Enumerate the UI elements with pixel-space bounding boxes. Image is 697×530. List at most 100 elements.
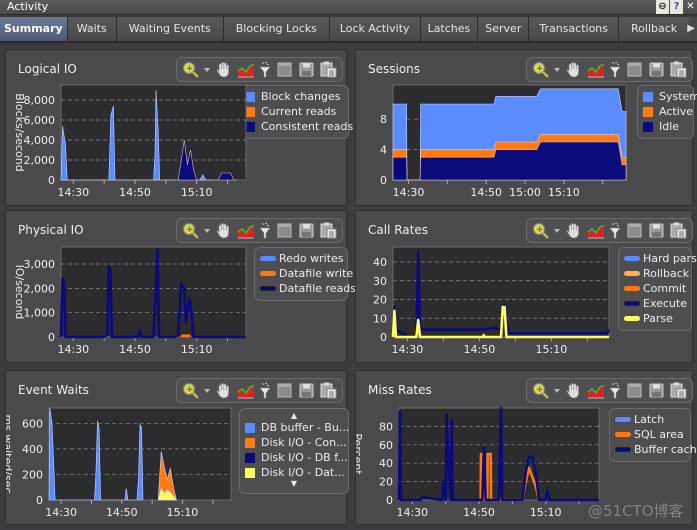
physical-io-panel: Physical IO + Redo writes Datafile write D… <box>5 210 356 363</box>
pan-hand-icon[interactable] <box>215 61 232 78</box>
save-icon[interactable] <box>298 61 315 78</box>
window-icon[interactable] <box>276 61 293 78</box>
tab-server[interactable]: Server <box>478 17 530 41</box>
zoom-icon[interactable]: + <box>182 382 199 399</box>
chart-legend: Block changes Current reads Consistent rea… <box>239 85 353 139</box>
close-button[interactable]: ✕ <box>684 0 697 14</box>
tab-waiting-events[interactable]: Waiting Events <box>116 17 224 41</box>
legend-item[interactable]: Commit <box>624 281 686 296</box>
legend-item[interactable]: Datafile reads <box>260 281 356 296</box>
window-icon[interactable] <box>276 222 293 239</box>
legend-label: Disk I/O - DB f... <box>261 451 348 464</box>
tab-rollback[interactable]: Rollback <box>619 17 690 41</box>
filter-icon[interactable] <box>259 61 271 78</box>
legend-item[interactable]: System <box>643 89 697 104</box>
y-tick-label: 0 <box>386 494 393 507</box>
legend-item[interactable]: DB buffer - Bu... <box>245 420 349 435</box>
filter-icon[interactable] <box>609 382 621 399</box>
legend-item[interactable]: Disk I/O - Dat... <box>245 465 345 480</box>
legend-scroll-down-icon[interactable]: ▼ <box>245 480 343 488</box>
legend-item[interactable]: Current reads <box>245 104 343 119</box>
zoom-icon[interactable]: + <box>182 222 199 239</box>
y-tick-label: 1,000 <box>24 307 56 320</box>
chart-type-icon[interactable] <box>237 61 254 78</box>
clipboard-icon[interactable] <box>670 222 687 239</box>
zoom-window-button[interactable]: ⊖ <box>656 0 669 14</box>
y-tick-label: 10 <box>373 312 387 325</box>
y-axis-label: IO/second <box>13 265 26 320</box>
save-icon[interactable] <box>648 61 665 78</box>
window-icon[interactable] <box>626 382 643 399</box>
zoom-icon[interactable]: + <box>532 382 549 399</box>
window-icon[interactable] <box>626 222 643 239</box>
chart-type-icon[interactable] <box>587 382 604 399</box>
save-icon[interactable] <box>648 382 665 399</box>
tab-latches[interactable]: Latches <box>420 17 479 41</box>
dropdown-icon[interactable] <box>554 222 560 239</box>
legend-item[interactable]: Buffer cache <box>615 442 697 457</box>
pan-hand-icon[interactable] <box>215 222 232 239</box>
tab-waits[interactable]: Waits <box>67 17 117 41</box>
clipboard-icon[interactable] <box>320 61 337 78</box>
tab-lock-activity[interactable]: Lock Activity <box>329 17 421 41</box>
legend-item[interactable]: Hard parse <box>624 251 697 266</box>
dropdown-icon[interactable] <box>204 222 210 239</box>
legend-item[interactable]: Disk I/O - DB f... <box>245 450 348 465</box>
legend-item[interactable]: Rollback <box>624 266 689 281</box>
legend-scroll-up-icon[interactable]: ▲ <box>245 412 343 420</box>
window-icon[interactable] <box>276 382 293 399</box>
event-waits-panel: Event Waits + ▲ DB buffer - Bu... Disk I/O… <box>5 370 349 525</box>
clipboard-icon[interactable] <box>320 382 337 399</box>
legend-item[interactable]: Consistent reads <box>245 119 353 134</box>
legend-item[interactable]: Idle <box>643 119 688 134</box>
dropdown-icon[interactable] <box>204 61 210 78</box>
legend-item[interactable]: SQL area <box>615 427 685 442</box>
clipboard-icon[interactable] <box>670 61 687 78</box>
zoom-icon[interactable]: + <box>532 61 549 78</box>
legend-item[interactable]: Latch <box>615 412 685 427</box>
pan-hand-icon[interactable] <box>565 61 582 78</box>
window-titlebar: Activity ⊖ ? ✕ <box>0 0 697 15</box>
x-tick-label: 15:10 <box>167 506 199 519</box>
tab-summary[interactable]: Summary <box>0 17 68 41</box>
clipboard-icon[interactable] <box>320 222 337 239</box>
pan-hand-icon[interactable] <box>565 382 582 399</box>
filter-icon[interactable] <box>609 61 621 78</box>
legend-swatch <box>624 316 640 321</box>
legend-item[interactable]: Active <box>643 104 693 119</box>
legend-item[interactable]: Disk I/O - Con... <box>245 435 347 450</box>
zoom-icon[interactable]: + <box>182 61 199 78</box>
chart-type-icon[interactable] <box>587 222 604 239</box>
filter-icon[interactable] <box>259 382 271 399</box>
series-area <box>157 451 177 501</box>
legend-item[interactable]: Redo writes <box>260 251 344 266</box>
save-icon[interactable] <box>298 222 315 239</box>
window-icon[interactable] <box>626 61 643 78</box>
svg-text:+: + <box>186 385 194 395</box>
zoom-icon[interactable]: + <box>532 222 549 239</box>
chart-type-icon[interactable] <box>237 382 254 399</box>
clipboard-icon[interactable] <box>670 382 687 399</box>
legend-item[interactable]: Parse <box>624 311 686 326</box>
y-tick-label: 40 <box>373 256 387 269</box>
tab-blocking-locks[interactable]: Blocking Locks <box>223 17 330 41</box>
legend-item[interactable]: Execute <box>624 296 687 311</box>
chart-type-icon[interactable] <box>587 61 604 78</box>
legend-item[interactable]: Datafile write <box>260 266 353 281</box>
help-button[interactable]: ? <box>670 0 683 14</box>
dropdown-icon[interactable] <box>554 61 560 78</box>
save-icon[interactable] <box>648 222 665 239</box>
filter-icon[interactable] <box>259 222 271 239</box>
dropdown-icon[interactable] <box>204 382 210 399</box>
filter-icon[interactable] <box>609 222 621 239</box>
tab-transactions[interactable]: Transactions <box>529 17 620 41</box>
tab-scroll-right-icon[interactable]: ▶ <box>687 23 695 34</box>
y-tick-label: 3,000 <box>24 258 56 271</box>
watermark: @51CTO博客 <box>588 502 684 520</box>
chart-type-icon[interactable] <box>237 222 254 239</box>
save-icon[interactable] <box>298 382 315 399</box>
pan-hand-icon[interactable] <box>565 222 582 239</box>
legend-item[interactable]: Block changes <box>245 89 343 104</box>
pan-hand-icon[interactable] <box>215 382 232 399</box>
dropdown-icon[interactable] <box>554 382 560 399</box>
